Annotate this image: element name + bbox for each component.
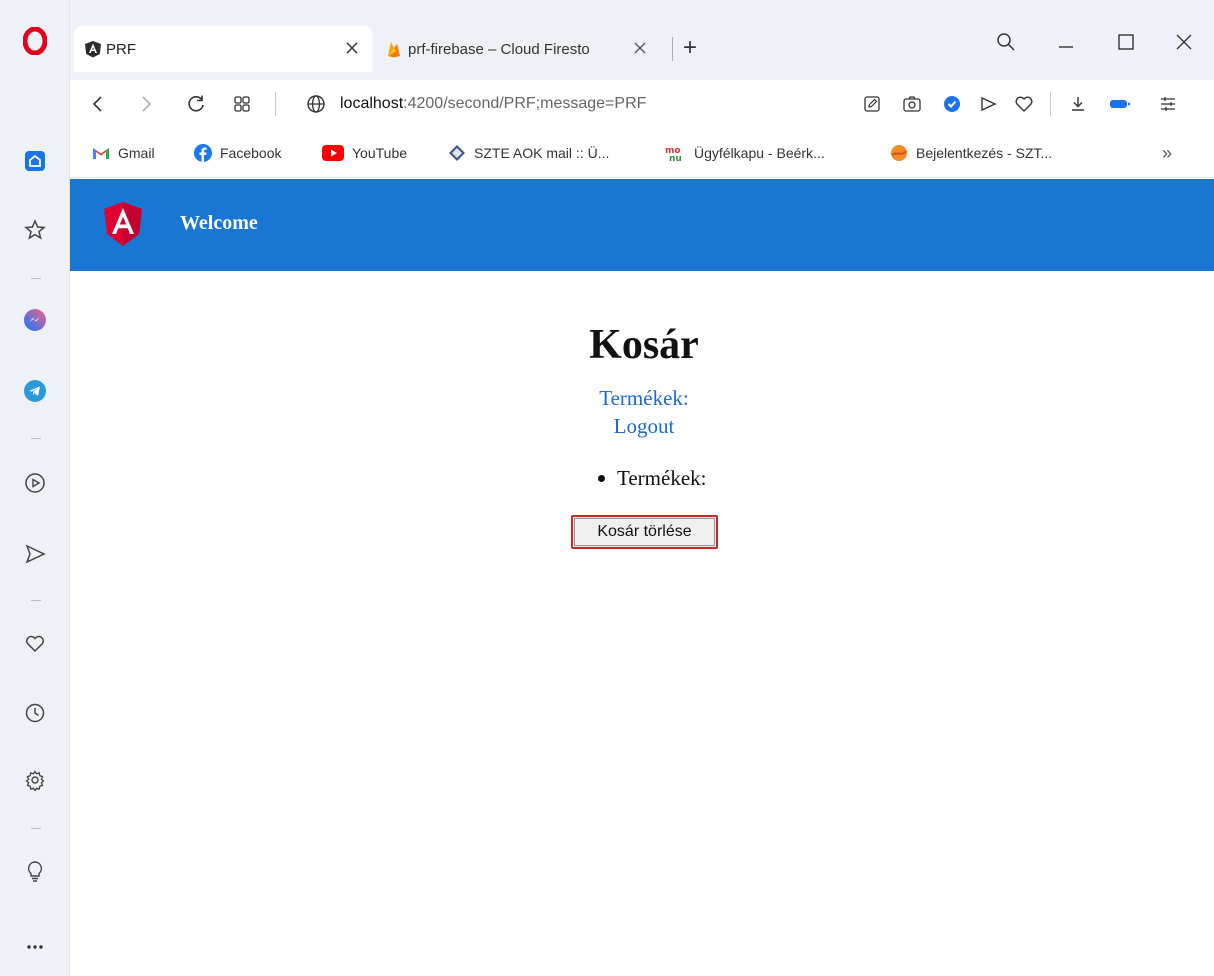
- clear-cart-button[interactable]: Kosár törlése: [571, 515, 718, 549]
- opera-sidebar: [0, 0, 70, 976]
- bookmark-label: SZTE AOK mail :: Ü...: [474, 145, 610, 161]
- settings-gear-icon[interactable]: [16, 761, 54, 799]
- snapshot-camera-icon[interactable]: [900, 92, 924, 116]
- close-tab-icon[interactable]: [632, 40, 648, 60]
- heart-icon[interactable]: [16, 625, 54, 663]
- bookmark-ugyfelkapu[interactable]: mo nu Ügyfélkapu - Beérk...: [664, 140, 825, 166]
- bookmark-label: Bejelentkezés - SZT...: [916, 145, 1053, 161]
- globe-icon: [304, 92, 328, 116]
- app-toolbar: Welcome: [70, 179, 1214, 271]
- tab-separator: [672, 37, 673, 61]
- toolbar-separator: [275, 92, 276, 116]
- bookmark-label: Facebook: [220, 145, 282, 161]
- facebook-icon: [194, 144, 212, 162]
- tab-prf[interactable]: PRF: [74, 26, 372, 72]
- bookmark-gmail[interactable]: Gmail: [92, 140, 155, 166]
- reload-icon[interactable]: [184, 92, 208, 116]
- more-bookmarks-button[interactable]: »: [1162, 140, 1172, 166]
- orange-ball-icon: [890, 144, 908, 162]
- forward-arrow-icon[interactable]: [134, 92, 158, 116]
- bookmark-heart-icon[interactable]: [1012, 92, 1036, 116]
- bookmarks-bar: Gmail Facebook YouTube SZTE AOK mail :: …: [70, 128, 1214, 178]
- download-icon[interactable]: [1066, 92, 1090, 116]
- bookmark-youtube[interactable]: YouTube: [322, 140, 407, 166]
- list-item-text: Termékek:: [617, 466, 707, 490]
- web-page: Welcome Kosár Termékek: Logout Termékek:…: [70, 179, 1214, 976]
- search-tabs-icon[interactable]: [994, 30, 1018, 54]
- angular-tab-icon: [84, 40, 102, 58]
- bookmark-label: Ügyfélkapu - Beérk...: [694, 145, 825, 161]
- tab-title: prf-firebase – Cloud Firesto: [408, 40, 590, 58]
- bookmark-label: Gmail: [118, 145, 155, 161]
- logout-link[interactable]: Logout: [70, 414, 1214, 439]
- lightbulb-icon[interactable]: [16, 853, 54, 891]
- close-tab-icon[interactable]: [344, 40, 360, 60]
- more-dots-icon[interactable]: [16, 928, 54, 966]
- back-arrow-icon[interactable]: [86, 92, 110, 116]
- history-clock-icon[interactable]: [16, 694, 54, 732]
- ugyfelkapu-icon: mo nu: [664, 144, 686, 162]
- bookmark-bejelentkezes[interactable]: Bejelentkezés - SZT...: [890, 140, 1052, 166]
- vpn-shield-icon[interactable]: [940, 92, 964, 116]
- angular-logo-icon: [102, 201, 144, 252]
- new-tab-button[interactable]: +: [678, 34, 702, 61]
- tab-grid-icon[interactable]: [230, 92, 254, 116]
- bookmark-label: YouTube: [352, 145, 408, 161]
- easy-setup-icon[interactable]: [1156, 92, 1180, 116]
- url-path: :4200/second/PRF;message=PRF: [403, 95, 647, 112]
- bullet-dot: [598, 475, 605, 482]
- tab-firebase[interactable]: prf-firebase – Cloud Firesto: [380, 26, 670, 72]
- edit-pencil-icon[interactable]: [860, 92, 884, 116]
- tab-title: PRF: [106, 40, 136, 58]
- send-arrow-icon[interactable]: [976, 92, 1000, 116]
- maximize-window-icon[interactable]: [1114, 30, 1138, 54]
- tab-strip: PRF prf-firebase – Cloud Firesto +: [70, 0, 1214, 80]
- list-item: Termékek:: [598, 466, 707, 491]
- firebase-tab-icon: [386, 40, 402, 58]
- battery-saver-icon[interactable]: [1106, 92, 1134, 116]
- speed-dial-star-icon[interactable]: [16, 211, 54, 249]
- page-title: Kosár: [589, 322, 699, 368]
- opera-logo-icon[interactable]: [16, 22, 54, 60]
- minimize-window-icon[interactable]: [1054, 30, 1078, 54]
- products-link[interactable]: Termékek:: [70, 386, 1214, 411]
- telegram-icon[interactable]: [16, 372, 54, 410]
- browser-toolbar: localhost:4200/second/PRF;message=PRF: [70, 80, 1214, 128]
- youtube-icon: [322, 144, 344, 162]
- player-icon[interactable]: [16, 464, 54, 502]
- messenger-icon[interactable]: [16, 301, 54, 339]
- mail-icon: [448, 144, 466, 162]
- app-toolbar-title: Welcome: [180, 212, 258, 234]
- url-host: localhost: [340, 95, 404, 112]
- toolbar-separator: [1050, 92, 1051, 116]
- address-bar[interactable]: localhost:4200/second/PRF;message=PRF: [340, 92, 840, 116]
- gmail-icon: [92, 144, 110, 162]
- home-icon[interactable]: [16, 142, 54, 180]
- svg-text:nu: nu: [669, 154, 682, 162]
- clear-cart-button-label: Kosár törlése: [574, 518, 715, 546]
- bookmark-facebook[interactable]: Facebook: [194, 140, 281, 166]
- flow-send-icon[interactable]: [16, 535, 54, 573]
- close-window-icon[interactable]: [1172, 30, 1196, 54]
- bookmark-szte-aok-mail[interactable]: SZTE AOK mail :: Ü...: [448, 140, 609, 166]
